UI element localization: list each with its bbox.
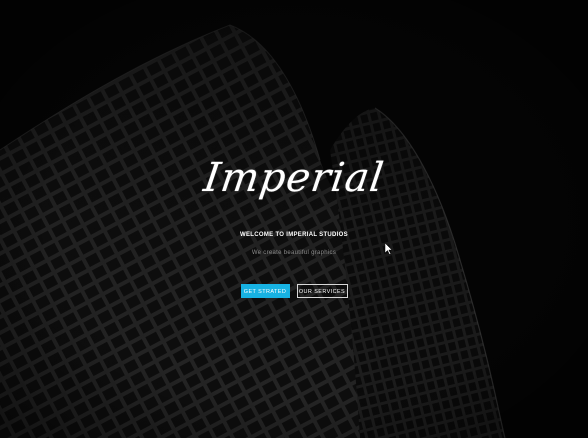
our-services-button[interactable]: OUR SERVICES [296,284,348,298]
site-logo[interactable]: Imperial [0,155,588,201]
hero-section: Imperial WELCOME TO IMPERIAL STUDIOS We … [0,0,588,438]
get-started-button[interactable]: GET STRATED [240,284,290,298]
tagline-text: We create beautiful graphics [251,250,337,256]
welcome-heading: WELCOME TO IMPERIAL STUDIOS [240,232,348,238]
hero-content: Imperial WELCOME TO IMPERIAL STUDIOS We … [0,0,588,438]
hero-buttons: GET STRATED OUR SERVICES [0,284,588,298]
